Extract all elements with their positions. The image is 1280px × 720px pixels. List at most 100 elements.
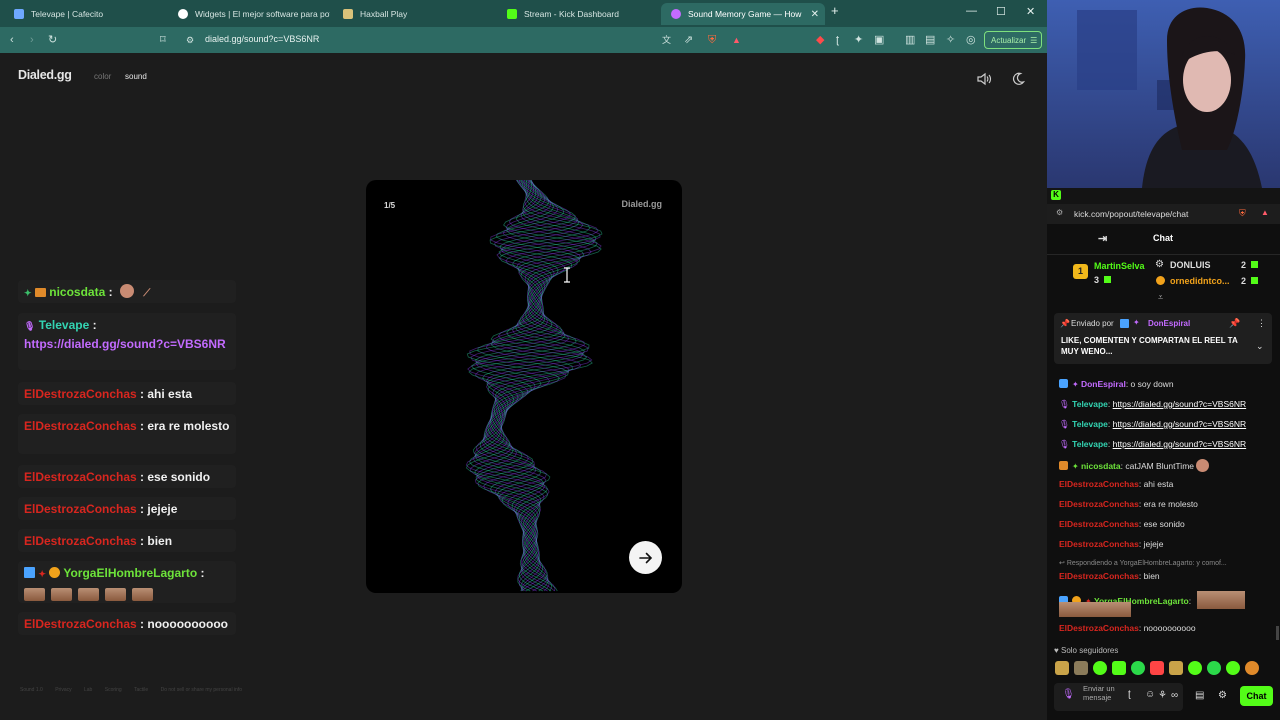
gift-sub-icon[interactable]: ⚘: [1158, 690, 1167, 701]
emote-icon[interactable]: [1226, 661, 1240, 675]
chat-text: bien: [1143, 571, 1160, 581]
chat-username[interactable]: ElDestrozaConchas: [1059, 479, 1139, 489]
chat-username[interactable]: ElDestrozaConchas: [1059, 499, 1139, 509]
nav-sound-link[interactable]: sound: [125, 72, 147, 81]
next-button[interactable]: [629, 541, 662, 574]
chevron-down-icon[interactable]: ⌄: [1256, 341, 1264, 352]
leo-icon[interactable]: ✧: [946, 33, 955, 47]
address-bar[interactable]: dialed.gg/sound?c=VBS6NR: [205, 34, 319, 44]
chat-message: 🎙 Televape: https://dialed.gg/sound?c=VB…: [1059, 439, 1247, 449]
footer-privacy-optout-link[interactable]: Do not sell or share my personal info: [161, 687, 242, 693]
extensions-icon[interactable]: ✦: [854, 33, 863, 47]
theme-toggle-icon[interactable]: [1011, 72, 1025, 86]
chat-username[interactable]: DonEspiral: [1081, 379, 1126, 389]
pinned-by-user[interactable]: DonEspiral: [1148, 319, 1190, 328]
vpn-icon[interactable]: ◎: [966, 33, 976, 47]
screenshot-icon[interactable]: ▣: [874, 33, 884, 47]
emote-icon[interactable]: [1150, 661, 1164, 675]
unpin-icon[interactable]: 📌: [1229, 318, 1240, 329]
chat-link[interactable]: https://dialed.gg/sound?c=VBS6NR: [1113, 439, 1247, 449]
overlay-message-link[interactable]: https://dialed.gg/sound?c=VBS6NR: [24, 335, 230, 353]
brave-shield-icon[interactable]: ⛨: [1239, 208, 1246, 219]
tab-televape-cafecito[interactable]: Televape | Cafecito: [4, 3, 164, 25]
emote-icon[interactable]: [1188, 661, 1202, 675]
forward-icon[interactable]: ›: [30, 33, 34, 47]
overlay-chat-message: ✦ nicosdata : ⟋: [18, 280, 236, 303]
chat-username[interactable]: Televape: [1072, 439, 1108, 449]
gift-icon: [1104, 276, 1111, 283]
chat-username[interactable]: ElDestrozaConchas: [1059, 571, 1139, 581]
chat-username[interactable]: ElDestrozaConchas: [1059, 519, 1139, 529]
new-tab-icon[interactable]: +: [831, 3, 839, 18]
chat-username[interactable]: ElDestrozaConchas: [1059, 539, 1139, 549]
chat-link[interactable]: https://dialed.gg/sound?c=VBS6NR: [1113, 419, 1247, 429]
chat-mode-icon[interactable]: ∞: [1171, 690, 1178, 701]
reload-icon[interactable]: ↻: [48, 33, 57, 47]
footer-scoring-link[interactable]: Scoring: [105, 687, 122, 693]
site-info-icon[interactable]: ⚙: [1056, 208, 1063, 217]
close-tab-icon[interactable]: ✕: [811, 9, 819, 20]
chat-username[interactable]: Televape: [1072, 419, 1108, 429]
footer-lab-link[interactable]: Lab: [84, 687, 92, 693]
extension-red-icon[interactable]: ◆: [816, 33, 824, 47]
store-icon[interactable]: ▤: [1195, 690, 1204, 701]
emote-icon[interactable]: [1093, 661, 1107, 675]
chat-text: era re molesto: [1143, 499, 1198, 509]
more-options-icon[interactable]: ⋮: [1257, 318, 1266, 329]
rewards-icon[interactable]: ▲: [732, 33, 741, 47]
brave-shield-icon[interactable]: ⛨: [708, 33, 716, 47]
extension-tt-icon[interactable]: ʈ: [836, 33, 839, 47]
wallet-icon[interactable]: ▤: [925, 33, 935, 47]
menu-icon: ☰: [1030, 35, 1038, 45]
followers-only-notice: ♥ Solo seguidores: [1054, 646, 1118, 655]
bookmark-icon[interactable]: ⌑: [160, 33, 166, 47]
expand-leaderboard-icon[interactable]: ⩡: [1158, 292, 1163, 303]
emote-icon[interactable]: [1245, 661, 1259, 675]
maximize-icon[interactable]: ☐: [996, 5, 1006, 18]
settings-gear-icon[interactable]: ⚙: [1218, 690, 1227, 701]
tab-widgets[interactable]: Widgets | El mejor software para pot: [168, 3, 330, 25]
emote-icon[interactable]: [1074, 661, 1088, 675]
chat-text: catJAM BluntTime: [1125, 461, 1195, 471]
sidebar-icon[interactable]: ▥: [905, 33, 915, 47]
overlay-username: ElDestrozaConchas: [24, 387, 137, 401]
emoji-icon[interactable]: ☺: [1145, 689, 1155, 700]
kick-emote-icon[interactable]: ʈ: [1128, 689, 1131, 700]
close-window-icon[interactable]: ✕: [1026, 5, 1035, 18]
chat-username[interactable]: nicosdata: [1081, 461, 1121, 471]
chat-url[interactable]: kick.com/popout/televape/chat: [1074, 209, 1188, 219]
chat-link[interactable]: https://dialed.gg/sound?c=VBS6NR: [1113, 399, 1247, 409]
leaderboard-user[interactable]: ornedidntco...: [1170, 276, 1230, 286]
chat-text: o soy down: [1130, 379, 1174, 389]
mic-badge-icon: 🎙: [1059, 439, 1073, 449]
footer-privacy-link[interactable]: Privacy: [55, 687, 71, 693]
leaderboard-user[interactable]: MartinSelva: [1094, 261, 1145, 271]
chat-username[interactable]: Televape: [1072, 399, 1108, 409]
update-button[interactable]: Actualizar ☰: [984, 31, 1042, 49]
chat-send-button[interactable]: Chat: [1240, 686, 1273, 706]
emote-icon[interactable]: [1169, 661, 1183, 675]
tab-sound-memory-game[interactable]: Sound Memory Game — How ✕: [661, 3, 825, 25]
emote-icon[interactable]: [1112, 661, 1126, 675]
site-logo[interactable]: Dialed.gg: [18, 68, 72, 82]
emote-icon[interactable]: [1055, 661, 1069, 675]
emote-icon[interactable]: [1131, 661, 1145, 675]
minimize-icon[interactable]: —: [966, 5, 977, 17]
tab-kick-dashboard[interactable]: Stream - Kick Dashboard: [497, 3, 659, 25]
emote-icon[interactable]: [1207, 661, 1221, 675]
footer-tactile-link[interactable]: Tactile: [134, 687, 148, 693]
leaderboard-user[interactable]: DONLUIS: [1170, 260, 1211, 270]
rewards-icon[interactable]: ▲: [1261, 208, 1269, 217]
chat-username[interactable]: ElDestrozaConchas: [1059, 623, 1139, 633]
share-icon[interactable]: ⇗: [684, 33, 693, 47]
webcam-feed: [1047, 0, 1280, 188]
volume-icon[interactable]: [976, 72, 992, 86]
translate-icon[interactable]: 文: [662, 33, 671, 47]
collapse-chat-icon[interactable]: ⇥: [1098, 232, 1107, 245]
nav-color-link[interactable]: color: [94, 72, 111, 81]
tab-haxball[interactable]: Haxball Play: [333, 3, 495, 25]
chat-scrollbar[interactable]: [1276, 626, 1279, 640]
chat-text: noooooooooo: [1143, 623, 1196, 633]
site-info-icon[interactable]: ⚙: [186, 33, 194, 47]
back-icon[interactable]: ‹: [10, 33, 14, 47]
